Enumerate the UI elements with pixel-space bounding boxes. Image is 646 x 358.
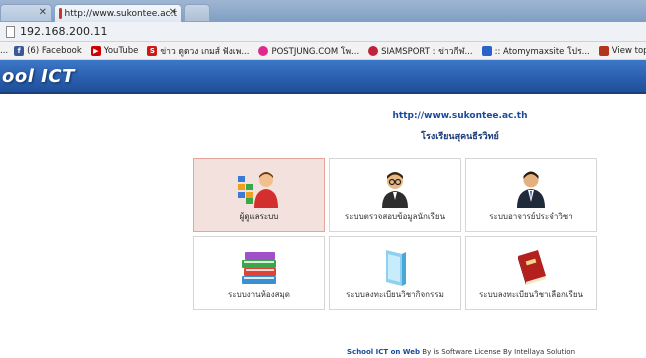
footer-brand: School ICT on Web <box>347 348 421 356</box>
page-icon <box>6 26 15 38</box>
bookmark-siambl[interactable]: View topic :: SiamBL... <box>598 45 646 56</box>
tab-title: http://www.sukontee.ac.t <box>64 8 178 19</box>
footer-text: By is Software License By Intellaya Solu… <box>420 348 576 356</box>
siambl-icon <box>598 45 609 56</box>
site-title: ool ICT <box>2 66 75 87</box>
bookmark-postjung[interactable]: POSTJUNG.COM โพ... <box>258 44 359 58</box>
tab-current[interactable]: http://www.sukontee.ac.t ✕ <box>54 4 182 22</box>
bookmark-siamsport[interactable]: SIAMSPORT : ข่าวกีฬ... <box>368 44 473 58</box>
module-student-check-card[interactable]: ระบบตรวจสอบข้อมูลนักเรียน <box>329 158 461 232</box>
module-label: ผู้ดูแลระบบ <box>239 212 279 221</box>
bookmark-sanook[interactable]: S ข่าว ดูดวง เกมส์ ฟังเพ... <box>147 44 249 58</box>
module-elective-card[interactable]: ระบบลงทะเบียนวิชาเลือกเรียน <box>465 236 597 310</box>
module-admin-card[interactable]: ผู้ดูแลระบบ <box>193 158 325 232</box>
new-tab-button[interactable] <box>184 4 210 22</box>
siamsport-icon <box>368 45 379 56</box>
activity-folder-icon <box>386 250 406 286</box>
site-url-link[interactable]: http://www.sukontee.ac.th <box>360 111 560 121</box>
bookmark-facebook[interactable]: f (6) Facebook <box>14 45 82 56</box>
site-header-banner: ool ICT <box>0 60 646 94</box>
module-library-card[interactable]: ระบบงานห้องสมุด <box>193 236 325 310</box>
facebook-icon: f <box>14 45 25 56</box>
address-input[interactable]: 192.168.200.11 <box>20 25 107 38</box>
browser-tab-strip: ✕ http://www.sukontee.ac.t ✕ <box>0 0 646 22</box>
module-label: ระบบลงทะเบียนวิชากิจกรรม <box>346 290 444 299</box>
sanook-icon: S <box>147 45 158 56</box>
bookmark-atomy[interactable]: :: Atomymaxsite โปร... <box>481 44 590 58</box>
address-bar[interactable]: 192.168.200.11 <box>0 22 646 42</box>
student-check-icon <box>382 172 408 208</box>
bookmark-overflow[interactable]: ... <box>0 46 8 56</box>
atomy-icon <box>481 45 492 56</box>
tab-previous[interactable]: ✕ <box>0 4 52 22</box>
close-tab-icon[interactable]: ✕ <box>39 7 47 18</box>
module-teacher-card[interactable]: ระบบอาจารย์ประจำวิชา <box>465 158 597 232</box>
admin-user-icon <box>238 172 278 208</box>
school-name: โรงเรียนสุคนธีรวิทย์ <box>421 132 499 142</box>
close-tab-icon[interactable]: ✕ <box>169 7 177 18</box>
youtube-icon: ▶ <box>90 45 101 56</box>
bookmark-youtube[interactable]: ▶ YouTube <box>90 45 138 56</box>
footer: School ICT on Web By is Software License… <box>347 348 575 356</box>
module-label: ระบบอาจารย์ประจำวิชา <box>489 212 573 221</box>
teacher-icon <box>517 171 545 208</box>
module-label: ระบบตรวจสอบข้อมูลนักเรียน <box>344 212 446 221</box>
module-label: ระบบลงทะเบียนวิชาเลือกเรียน <box>479 290 583 299</box>
postjung-icon <box>258 45 269 56</box>
bookmarks-bar: ... f (6) Facebook ▶ YouTube S ข่าว ดูดว… <box>0 42 646 60</box>
library-books-icon <box>242 252 276 284</box>
module-activity-card[interactable]: ระบบลงทะเบียนวิชากิจกรรม <box>329 236 461 310</box>
site-favicon-icon <box>59 8 62 19</box>
module-label: ระบบงานห้องสมุด <box>228 290 290 299</box>
elective-book-icon <box>518 250 546 285</box>
